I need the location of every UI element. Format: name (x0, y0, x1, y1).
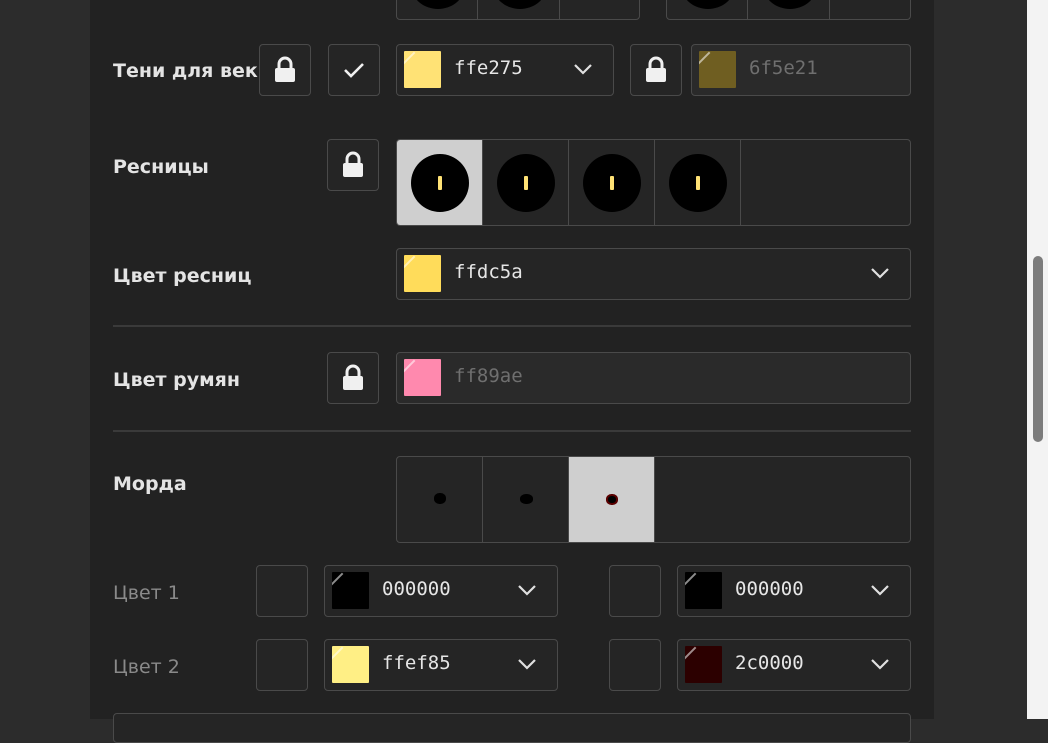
muzzle-label: Морда (113, 473, 187, 495)
muzzle-style-option[interactable] (397, 457, 483, 542)
lock-icon (275, 56, 295, 82)
color-swatch (404, 255, 441, 292)
color-swatch (699, 51, 736, 88)
color-hex-value: ffef85 (382, 652, 451, 674)
muzzle-style-option[interactable] (483, 457, 569, 542)
lash-color-select[interactable]: ffdc5a (396, 248, 911, 300)
muzzle-color1-left-checkbox[interactable] (256, 565, 308, 617)
muzzle-color2-left-select[interactable]: ffef85 (324, 639, 558, 691)
muzzle-color1-label: Цвет 1 (113, 582, 180, 604)
lash-color-label: Цвет ресниц (113, 265, 252, 287)
color-hex-value: ffe275 (454, 57, 523, 79)
muzzle-style-option[interactable] (569, 457, 655, 542)
lock-icon (646, 56, 666, 82)
color-hex-value: 2c0000 (735, 652, 804, 674)
lash-style-preview (497, 154, 555, 212)
muzzle-color1-right-checkbox[interactable] (609, 565, 661, 617)
checkmark-icon (344, 63, 364, 78)
chevron-down-icon (871, 585, 889, 596)
lashes-lock-button[interactable] (327, 139, 379, 191)
color-hex-value: 000000 (735, 578, 804, 600)
lashes-label: Ресницы (113, 156, 209, 178)
eyeshadow-sync-checkbox[interactable] (328, 44, 380, 96)
color-swatch (685, 646, 722, 683)
color-swatch (404, 51, 441, 88)
lash-style-preview (583, 154, 641, 212)
lash-style-option[interactable] (483, 140, 569, 225)
lash-style-option[interactable] (397, 140, 483, 225)
top-style-picker-right[interactable] (666, 0, 911, 20)
color-swatch (332, 572, 369, 609)
color-hex-value: ffdc5a (454, 261, 523, 283)
blush-label: Цвет румян (113, 369, 241, 391)
blush-lock-button[interactable] (327, 352, 379, 404)
muzzle-color2-right-select[interactable]: 2c0000 (677, 639, 911, 691)
muzzle-style-picker (396, 456, 911, 543)
page-scrollbar-thumb[interactable] (1033, 256, 1043, 442)
muzzle-color1-left-select[interactable]: 000000 (324, 565, 558, 617)
chevron-down-icon (518, 659, 536, 670)
section-divider (113, 325, 911, 327)
lash-style-option[interactable] (569, 140, 655, 225)
color-hex-value: 000000 (382, 578, 451, 600)
chevron-down-icon (518, 585, 536, 596)
color-hex-value: 6f5e21 (749, 57, 818, 79)
lock-icon (343, 364, 363, 390)
muzzle-color2-right-checkbox[interactable] (609, 639, 661, 691)
muzzle-color2-left-checkbox[interactable] (256, 639, 308, 691)
color-swatch (685, 572, 722, 609)
next-section-field[interactable] (113, 713, 911, 743)
eyeshadow-color2-field: 6f5e21 (691, 44, 911, 96)
lashes-style-picker (396, 139, 911, 226)
muzzle-color1-right-select[interactable]: 000000 (677, 565, 911, 617)
lock-icon (343, 151, 363, 177)
muzzle-style-preview (434, 493, 446, 504)
color-hex-value: ff89ae (454, 365, 523, 387)
muzzle-style-preview (606, 494, 618, 505)
muzzle-style-preview (520, 494, 533, 504)
color-swatch (404, 359, 441, 396)
eyeshadow-color1-select[interactable]: ffe275 (396, 44, 614, 96)
color-swatch (332, 646, 369, 683)
eyeshadow-label: Тени для век (113, 60, 258, 82)
eyeshadow-color2-lock-button[interactable] (630, 44, 682, 96)
muzzle-color2-label: Цвет 2 (113, 656, 180, 678)
lash-style-option[interactable] (655, 140, 741, 225)
eyeshadow-lock-button[interactable] (259, 44, 311, 96)
lash-style-preview (669, 154, 727, 212)
top-style-picker-left[interactable] (396, 0, 640, 20)
chevron-down-icon (871, 659, 889, 670)
chevron-down-icon (574, 64, 592, 75)
chevron-down-icon (871, 268, 889, 279)
lash-style-preview (411, 154, 469, 212)
section-divider (113, 430, 911, 432)
blush-color-field: ff89ae (396, 352, 911, 404)
